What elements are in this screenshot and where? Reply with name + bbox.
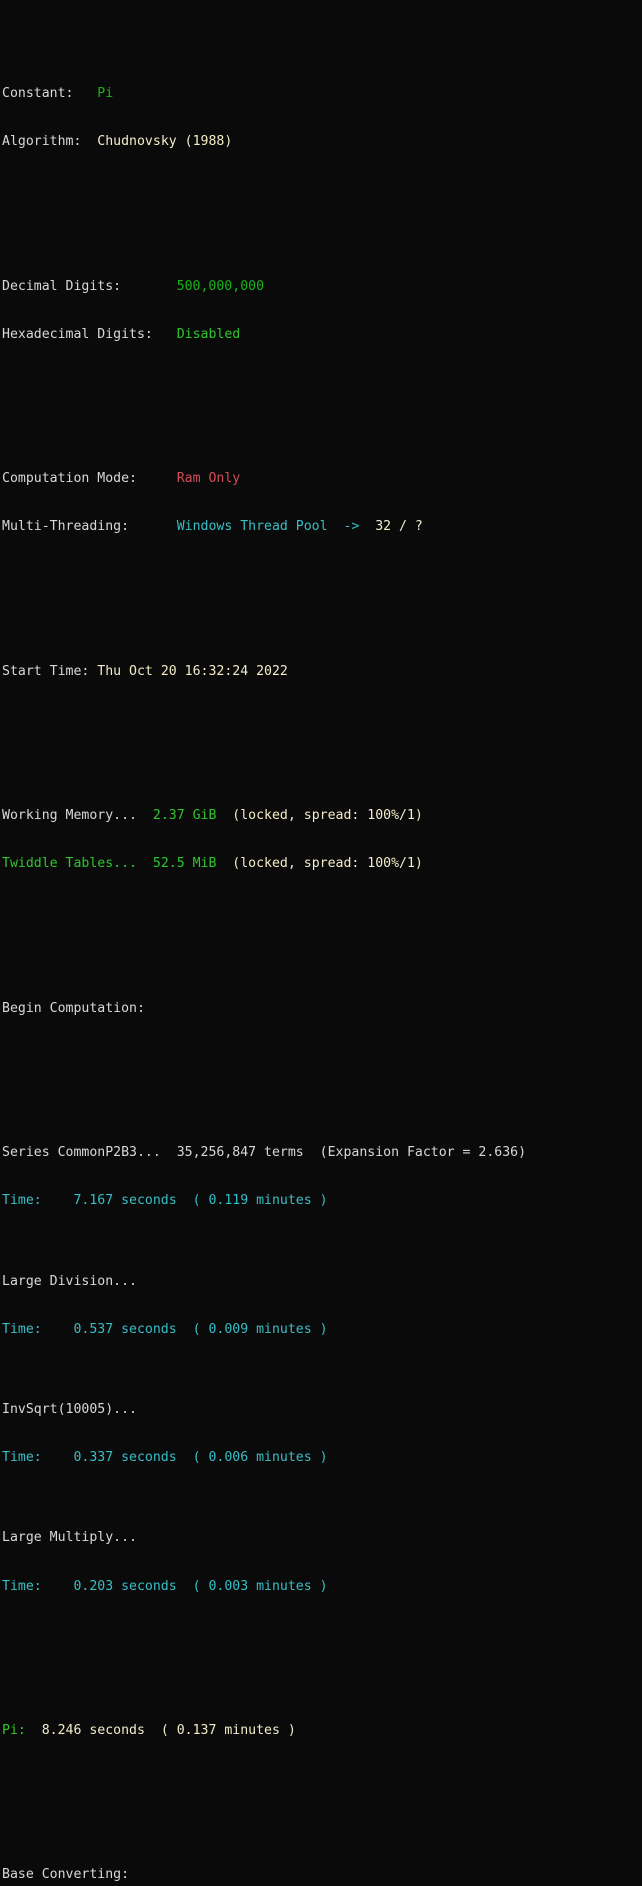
working-memory-value: 2.37 GiB	[152, 808, 217, 824]
hexadecimal-digits-label: Hexadecimal Digits:	[2, 326, 153, 342]
working-memory-label: Working Memory...	[2, 808, 137, 824]
constant-label: Constant:	[2, 86, 74, 102]
computation-step-time: Time: 0.537 seconds ( 0.009 minutes )	[2, 1321, 328, 1337]
twiddle-tables-line: Twiddle Tables... 52.5 MiB (locked, spre…	[2, 856, 642, 872]
start-time-label: Start Time:	[2, 663, 90, 679]
decimal-digits-value: 500,000,000	[176, 278, 265, 294]
start-time-line: Start Time: Thu Oct 20 16:32:24 2022	[2, 664, 642, 680]
computation-step-name: Series CommonP2B3... 35,256,847 terms (E…	[2, 1145, 527, 1161]
computation-step-name: Large Division...	[2, 1273, 137, 1289]
working-memory-line: Working Memory... 2.37 GiB (locked, spre…	[2, 808, 642, 824]
twiddle-tables-detail: (locked, spread: 100%/1)	[232, 856, 423, 872]
multi-threading-threads: 32 / ?	[375, 519, 423, 535]
twiddle-tables-label: Twiddle Tables...	[2, 856, 137, 872]
computation-step-name: Large Multiply...	[2, 1530, 137, 1546]
constant-value: Pi	[97, 86, 114, 102]
algorithm-line: Algorithm: Chudnovsky (1988)	[2, 134, 642, 150]
multi-threading-line: Multi-Threading: Windows Thread Pool -> …	[2, 519, 642, 535]
computation-mode-value: Ram Only	[176, 471, 241, 487]
multi-threading-label: Multi-Threading:	[2, 519, 130, 535]
working-memory-detail: (locked, spread: 100%/1)	[232, 808, 423, 824]
start-time-value: Thu Oct 20 16:32:24 2022	[97, 663, 288, 679]
twiddle-tables-value: 52.5 MiB	[152, 856, 217, 872]
computation-mode-label: Computation Mode:	[2, 471, 137, 487]
algorithm-label: Algorithm:	[2, 134, 82, 150]
hexadecimal-digits-value: Disabled	[176, 326, 241, 342]
pi-total-line: Pi: 8.246 seconds ( 0.137 minutes )	[2, 1723, 642, 1739]
computation-step-time: Time: 7.167 seconds ( 0.119 minutes )	[2, 1193, 328, 1209]
console-output[interactable]: Constant: Pi Algorithm: Chudnovsky (1988…	[0, 0, 642, 1882]
begin-computation-header: Begin Computation:	[2, 1000, 145, 1016]
computation-step-name: InvSqrt(10005)...	[2, 1402, 137, 1418]
pi-total-minutes: ( 0.137 minutes )	[160, 1722, 296, 1738]
multi-threading-arrow: ->	[343, 519, 360, 535]
decimal-digits-line: Decimal Digits: 500,000,000	[2, 279, 642, 295]
decimal-digits-label: Decimal Digits:	[2, 278, 122, 294]
multi-threading-value: Windows Thread Pool	[176, 519, 328, 535]
algorithm-value: Chudnovsky (1988)	[97, 134, 233, 150]
base-converting-label: Base Converting:	[2, 1867, 130, 1883]
constant-line: Constant: Pi	[2, 86, 642, 102]
computation-step-time: Time: 0.203 seconds ( 0.003 minutes )	[2, 1578, 328, 1594]
pi-total-label: Pi:	[2, 1722, 26, 1738]
pi-total-seconds: 8.246 seconds	[41, 1722, 145, 1738]
computation-mode-line: Computation Mode: Ram Only	[2, 471, 642, 487]
hexadecimal-digits-line: Hexadecimal Digits: Disabled	[2, 327, 642, 343]
computation-step-time: Time: 0.337 seconds ( 0.006 minutes )	[2, 1450, 328, 1466]
